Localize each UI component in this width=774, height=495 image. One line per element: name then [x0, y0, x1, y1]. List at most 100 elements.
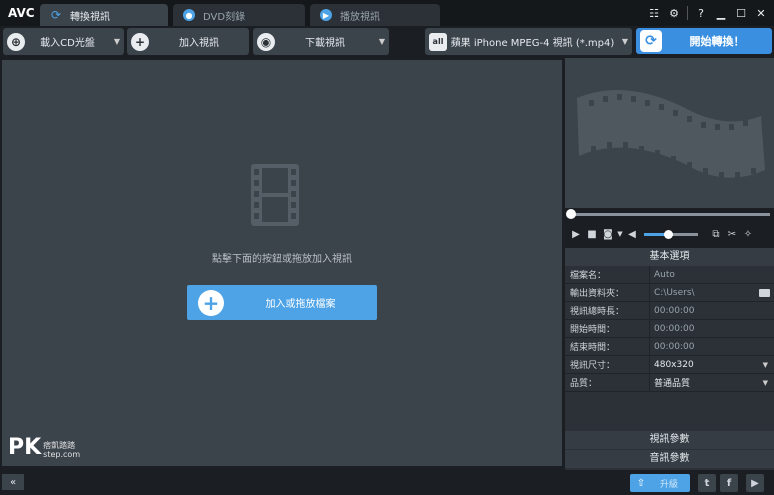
- bottom-bar: « ⇧ 升級 t f ▶: [0, 470, 774, 495]
- upgrade-button[interactable]: ⇧ 升級: [630, 474, 690, 492]
- detach-icon[interactable]: ⧉: [708, 226, 724, 242]
- output-folder-value: C:\Users\: [654, 287, 695, 298]
- setting-row-quality: 品質： 普通品質 ▼: [565, 374, 774, 392]
- upgrade-arrow-icon: ⇧: [636, 477, 646, 489]
- setting-key: 視訊總時長：: [570, 307, 625, 317]
- seek-track[interactable]: [570, 213, 770, 216]
- chevron-down-icon[interactable]: ▼: [763, 361, 768, 369]
- download-video-button[interactable]: ◉ 下載視訊 ▼: [253, 28, 389, 55]
- add-video-label: 加入視訊: [179, 38, 219, 49]
- play-icon: ▶: [320, 9, 332, 21]
- film-reel-graphic: [577, 90, 765, 178]
- format-profile-icon: all: [429, 32, 447, 51]
- play-icon[interactable]: ▶: [568, 226, 584, 242]
- video-params-header[interactable]: 視訊參數: [565, 431, 774, 449]
- tab-play-video[interactable]: ▶ 播放視訊: [310, 4, 440, 26]
- video-size-select[interactable]: 480x320 ▼: [649, 356, 774, 373]
- quality-value: 普通品質: [654, 379, 691, 389]
- setting-row-output-folder: 輸出資料夾： C:\Users\: [565, 284, 774, 302]
- watermark-line1: 痞凱踏踏: [43, 441, 76, 450]
- maximize-icon[interactable]: ☐: [734, 6, 748, 20]
- setting-row-duration: 視訊總時長： 00:00:00: [565, 302, 774, 320]
- twitter-icon[interactable]: t: [698, 474, 716, 492]
- volume-icon[interactable]: ◀: [624, 226, 640, 242]
- setting-row-end-time: 結束時間： 00:00:00: [565, 338, 774, 356]
- end-time-field[interactable]: 00:00:00: [649, 338, 774, 355]
- seek-bar[interactable]: [565, 209, 774, 221]
- add-file-button[interactable]: + 加入或拖放檔案: [187, 285, 377, 320]
- setting-row-start-time: 開始時間： 00:00:00: [565, 320, 774, 338]
- setting-key: 開始時間：: [570, 325, 616, 335]
- watermark-brand: PK: [8, 435, 42, 460]
- video-size-value: 480x320: [654, 359, 694, 370]
- close-icon[interactable]: ✕: [754, 6, 768, 20]
- window-controls: ☷ ⚙ ? ▁ ☐ ✕: [647, 4, 768, 22]
- divider: [687, 6, 688, 20]
- upgrade-label: 升級: [659, 479, 678, 490]
- convert-button[interactable]: ⟳ 開始轉換！: [636, 28, 772, 54]
- minimize-icon[interactable]: ▁: [714, 6, 728, 20]
- setting-key: 品質：: [570, 379, 598, 389]
- chevron-down-icon[interactable]: ▼: [618, 37, 632, 46]
- film-add-icon: +: [131, 32, 149, 51]
- stop-icon[interactable]: ■: [584, 226, 600, 242]
- film-strip-icon: [251, 164, 299, 226]
- output-folder-field[interactable]: C:\Users\: [649, 284, 774, 301]
- start-time-field[interactable]: 00:00:00: [649, 320, 774, 337]
- chevron-down-icon[interactable]: ▼: [616, 226, 624, 242]
- setting-row-filename: 檔案名： Auto: [565, 266, 774, 284]
- load-cd-button[interactable]: ⊕ 載入CD光盤 ▼: [3, 28, 124, 55]
- setting-key: 結束時間：: [570, 343, 616, 353]
- setting-row-video-size: 視訊尺寸： 480x320 ▼: [565, 356, 774, 374]
- tab-label: DVD刻錄: [203, 11, 246, 23]
- add-file-label: 加入或拖放檔案: [265, 299, 336, 310]
- player-controls: ▶ ■ ◙ ▼ ◀ ⧉ ✂ ✧: [565, 222, 774, 246]
- facebook-icon[interactable]: f: [720, 474, 738, 492]
- volume-knob[interactable]: [664, 229, 674, 239]
- plus-icon: +: [198, 289, 224, 316]
- volume-slider[interactable]: [644, 229, 698, 239]
- help-icon[interactable]: ?: [694, 6, 708, 20]
- expand-panel-button[interactable]: «: [2, 474, 24, 490]
- video-preview: [565, 58, 774, 208]
- tab-dvd-burn[interactable]: ● DVD刻錄: [173, 4, 305, 26]
- refresh-icon: ⟳: [50, 8, 62, 22]
- folder-icon[interactable]: [759, 288, 770, 297]
- snapshot-icon[interactable]: ◙: [600, 226, 616, 242]
- disc-icon: ●: [183, 9, 195, 21]
- title-bar: AVC ⟳ 轉換視訊 ● DVD刻錄 ▶ 播放視訊 ☷ ⚙ ? ▁ ☐ ✕: [0, 0, 774, 26]
- filename-field[interactable]: Auto: [649, 266, 774, 283]
- setting-key: 檔案名：: [570, 271, 607, 281]
- quality-select[interactable]: 普通品質 ▼: [649, 374, 774, 391]
- watermark-logo: PK 痞凱踏踏 step.com: [8, 435, 80, 460]
- cd-add-icon: ⊕: [7, 32, 25, 51]
- file-drop-area[interactable]: 點擊下面的按鈕或拖放加入視訊 + 加入或拖放檔案 PK 痞凱踏踏 step.co…: [2, 60, 562, 466]
- add-video-button[interactable]: + 加入視訊: [127, 28, 249, 55]
- youtube-icon[interactable]: ▶: [746, 474, 764, 492]
- scissors-icon[interactable]: ✂: [724, 226, 740, 242]
- tab-convert-video[interactable]: ⟳ 轉換視訊: [40, 4, 168, 26]
- drop-hint-text: 點擊下面的按鈕或拖放加入視訊: [212, 254, 352, 265]
- tab-label: 轉換視訊: [70, 11, 110, 23]
- setting-key: 輸出資料夾：: [570, 289, 625, 299]
- audio-params-header[interactable]: 音訊參數: [565, 450, 774, 468]
- setting-key: 視訊尺寸：: [570, 361, 616, 371]
- format-select[interactable]: all 蘋果 iPhone MPEG-4 視訊 (*.mp4) ▼: [425, 28, 632, 55]
- chevron-down-icon[interactable]: ▼: [375, 37, 389, 46]
- format-label: 蘋果 iPhone MPEG-4 視訊 (*.mp4): [450, 38, 615, 49]
- basic-options-header[interactable]: 基本選項: [565, 248, 774, 266]
- chevron-down-icon[interactable]: ▼: [110, 37, 124, 46]
- gear-icon[interactable]: ⚙: [667, 6, 681, 20]
- convert-label: 開始轉換！: [689, 35, 745, 48]
- watermark-line2: step.com: [43, 450, 81, 459]
- load-cd-label: 載入CD光盤: [40, 38, 95, 49]
- watermark-text: 痞凱踏踏 step.com: [43, 441, 80, 459]
- app-logo: AVC: [8, 6, 35, 20]
- seek-thumb[interactable]: [566, 209, 576, 219]
- chevron-down-icon[interactable]: ▼: [763, 379, 768, 387]
- globe-download-icon: ◉: [257, 32, 275, 51]
- duration-value: 00:00:00: [649, 302, 774, 319]
- tab-label: 播放視訊: [340, 11, 380, 23]
- register-icon[interactable]: ☷: [647, 6, 661, 20]
- magic-wand-icon[interactable]: ✧: [740, 226, 756, 242]
